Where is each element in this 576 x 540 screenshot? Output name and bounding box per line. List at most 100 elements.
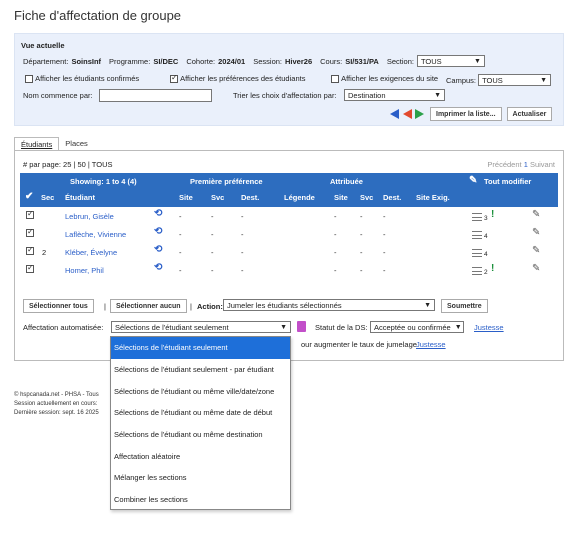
chevron-down-icon: ▼ bbox=[454, 323, 462, 331]
separator: | bbox=[190, 302, 192, 311]
table-row: Lebrun, Gisèle ⟲ - - - - - - 3! ✎ bbox=[20, 208, 558, 228]
next-page-icon[interactable] bbox=[415, 109, 424, 119]
select-all-button[interactable]: Sélectionner tous bbox=[23, 299, 94, 313]
check-icon[interactable]: ✔ bbox=[25, 191, 33, 202]
dropdown-option[interactable]: Mélanger les sections bbox=[111, 467, 290, 489]
auto-assignment-value: Sélections de l'étudiant seulement bbox=[115, 322, 229, 332]
col-site-assigned: Site bbox=[334, 193, 348, 202]
row-checkbox[interactable] bbox=[26, 209, 34, 219]
pager-previous[interactable]: Précédent bbox=[487, 160, 521, 169]
row-site-assigned: - bbox=[334, 248, 337, 257]
first-page-icon[interactable] bbox=[390, 109, 399, 119]
pager-current[interactable]: 1 bbox=[524, 160, 528, 169]
dropdown-option[interactable]: Sélections de l'étudiant ou même date de… bbox=[111, 402, 290, 424]
table-row: 2 Kléber, Évelyne ⟲ - - - - - - 4 ✎ bbox=[20, 244, 558, 264]
row-checkbox[interactable] bbox=[26, 227, 34, 237]
pager-next[interactable]: Suivant bbox=[530, 160, 555, 169]
row-dest-assigned: - bbox=[383, 266, 386, 275]
justesse-link-2[interactable]: Justesse bbox=[416, 340, 446, 349]
col-legende: Légende bbox=[284, 193, 315, 202]
pencil-icon[interactable]: ✎ bbox=[469, 175, 477, 186]
showing-count: Showing: 1 to 4 (4) bbox=[70, 177, 137, 186]
row-svc-assigned: - bbox=[360, 248, 363, 257]
list-icon[interactable] bbox=[472, 249, 482, 257]
row-svc-pref: - bbox=[211, 248, 214, 257]
history-icon[interactable]: ⟲ bbox=[154, 208, 162, 219]
col-dest-preference: Dest. bbox=[241, 193, 260, 202]
ds-status-select[interactable]: Acceptée ou confirmée ▼ bbox=[370, 321, 464, 333]
dropdown-option[interactable]: Sélections de l'étudiant seulement - par… bbox=[111, 359, 290, 381]
row-checkbox[interactable] bbox=[26, 263, 34, 273]
select-none-button[interactable]: Sélectionner aucun bbox=[110, 299, 187, 313]
sort-by-select[interactable]: Destination ▼ bbox=[344, 89, 445, 101]
campus-select[interactable]: TOUS ▼ bbox=[478, 74, 552, 86]
first-preference-header: Première préférence bbox=[190, 177, 263, 186]
session-label: Session: bbox=[253, 56, 283, 66]
history-icon[interactable]: ⟲ bbox=[154, 244, 162, 255]
show-confirmed-label: Afficher les étudiants confirmés bbox=[35, 74, 140, 83]
edit-all-button[interactable]: Tout modifier bbox=[484, 177, 531, 186]
show-preferences-checkbox[interactable] bbox=[170, 73, 178, 83]
dropdown-option[interactable]: Sélections de l'étudiant ou même destina… bbox=[111, 424, 290, 446]
current-view-title: Vue actuelle bbox=[21, 41, 65, 50]
print-list-button[interactable]: Imprimer la liste... bbox=[430, 107, 502, 121]
pencil-icon[interactable]: ✎ bbox=[532, 227, 540, 238]
student-name-link[interactable]: Homer, Phil bbox=[65, 266, 104, 275]
list-icon[interactable] bbox=[472, 213, 482, 221]
row-svc-assigned: - bbox=[360, 212, 363, 221]
per-page-selector[interactable]: # par page: 25 | 50 | TOUS bbox=[23, 160, 113, 169]
list-icon[interactable] bbox=[472, 231, 482, 239]
row-dest-assigned: - bbox=[383, 248, 386, 257]
tab-etudiants[interactable]: Étudiants bbox=[14, 137, 60, 151]
pencil-icon[interactable]: ✎ bbox=[532, 263, 540, 274]
separator: | bbox=[104, 302, 106, 311]
session-value: Hiver26 bbox=[285, 56, 313, 66]
row-svc-assigned: - bbox=[360, 266, 363, 275]
row-count: 2 bbox=[484, 269, 488, 276]
show-requirements-checkbox[interactable] bbox=[331, 74, 339, 83]
row-site-pref: - bbox=[179, 266, 182, 275]
pager: Précédent 1 Suivant bbox=[487, 160, 555, 169]
pencil-icon[interactable]: ✎ bbox=[532, 245, 540, 256]
students-panel: # par page: 25 | 50 | TOUS Précédent 1 S… bbox=[14, 150, 564, 361]
show-confirmed-checkbox[interactable] bbox=[25, 74, 33, 83]
campus-select-value: TOUS bbox=[482, 75, 503, 85]
refresh-button[interactable]: Actualiser bbox=[506, 107, 553, 121]
tab-places[interactable]: Places bbox=[59, 137, 94, 151]
dropdown-option[interactable]: Affectation aléatoire bbox=[111, 445, 290, 467]
name-starts-label: Nom commence par: bbox=[23, 91, 93, 100]
student-name-link[interactable]: Kléber, Évelyne bbox=[65, 248, 117, 257]
pencil-icon[interactable]: ✎ bbox=[532, 209, 540, 220]
col-site-exig: Site Exig. bbox=[416, 193, 450, 202]
current-view-panel: Vue actuelle Département: SoinsInf Progr… bbox=[14, 33, 564, 126]
assigned-header: Attribuée bbox=[330, 177, 363, 186]
submit-button[interactable]: Soumettre bbox=[441, 299, 488, 313]
justesse-link[interactable]: Justesse bbox=[474, 323, 504, 332]
auto-assignment-dropdown: Sélections de l'étudiant seulement Sélec… bbox=[110, 336, 291, 510]
chevron-down-icon: ▼ bbox=[280, 323, 287, 331]
student-name-link[interactable]: Laflèche, Vivienne bbox=[65, 230, 126, 239]
student-name-link[interactable]: Lebrun, Gisèle bbox=[65, 212, 114, 221]
document-icon[interactable] bbox=[297, 321, 306, 332]
dropdown-option[interactable]: Sélections de l'étudiant ou même ville/d… bbox=[111, 380, 290, 402]
filter-row: Département: SoinsInf Programme: SI/DEC … bbox=[23, 55, 485, 67]
previous-page-icon[interactable] bbox=[403, 109, 412, 119]
history-icon[interactable]: ⟲ bbox=[154, 226, 162, 237]
row-site-pref: - bbox=[179, 212, 182, 221]
auto-assignment-select[interactable]: Sélections de l'étudiant seulement ▼ bbox=[111, 321, 291, 333]
row-dest-pref: - bbox=[241, 248, 244, 257]
dropdown-option[interactable]: Sélections de l'étudiant seulement bbox=[111, 337, 290, 359]
row-checkbox[interactable] bbox=[26, 245, 34, 255]
row-dest-pref: - bbox=[241, 230, 244, 239]
row-site-pref: - bbox=[179, 230, 182, 239]
alert-icon: ! bbox=[491, 263, 495, 274]
action-select[interactable]: Jumeler les étudiants sélectionnés ▼ bbox=[223, 299, 435, 311]
history-icon[interactable]: ⟲ bbox=[154, 262, 162, 273]
section-select[interactable]: TOUS ▼ bbox=[416, 55, 485, 67]
dropdown-option[interactable]: Combiner les sections bbox=[111, 489, 290, 511]
row-sec: 2 bbox=[42, 248, 47, 257]
name-starts-input[interactable] bbox=[99, 89, 212, 102]
row-dest-assigned: - bbox=[383, 230, 386, 239]
list-icon[interactable] bbox=[472, 267, 482, 275]
cours-label: Cours: bbox=[320, 56, 343, 66]
